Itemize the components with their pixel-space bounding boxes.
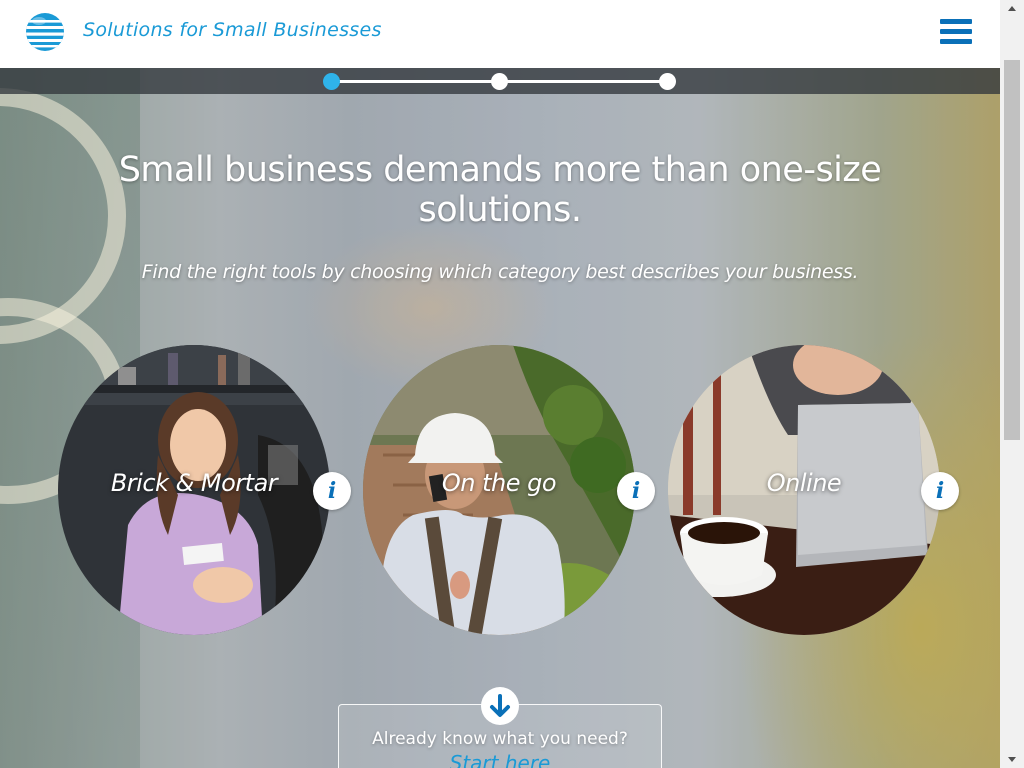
site-header: Solutions for Small Businesses (0, 0, 1000, 68)
att-globe-icon[interactable] (25, 12, 65, 52)
info-icon[interactable]: i (313, 472, 351, 510)
progress-step-1[interactable] (323, 73, 340, 90)
hamburger-menu-icon[interactable] (938, 17, 972, 47)
category-label: Online (766, 469, 842, 497)
cta-question: Already know what you need? (372, 729, 628, 749)
scrollbar-thumb[interactable] (1004, 60, 1020, 440)
category-on-the-go[interactable]: On the go (363, 345, 635, 635)
cta-box: Already know what you need? Start here (338, 687, 662, 768)
category-label: On the go (441, 469, 557, 497)
scroll-up-arrow-icon[interactable] (1000, 0, 1024, 17)
progress-step-2[interactable] (491, 73, 508, 90)
brand-tagline[interactable]: Solutions for Small Businesses (83, 19, 382, 41)
info-icon[interactable]: i (921, 472, 959, 510)
start-here-link[interactable]: Start here (339, 751, 661, 768)
page: Solutions for Small Businesses Small bus… (0, 0, 1024, 768)
hero-headline: Small business demands more than one-siz… (118, 150, 882, 230)
progress-step-3[interactable] (659, 73, 676, 90)
arrow-down-icon[interactable] (481, 687, 519, 725)
hero-subhead: Find the right tools by choosing which c… (141, 261, 859, 283)
category-label: Brick & Mortar (110, 469, 278, 497)
info-icon[interactable]: i (617, 472, 655, 510)
scroll-down-arrow-icon[interactable] (1000, 751, 1024, 768)
category-online[interactable]: Online (668, 345, 940, 635)
vertical-scrollbar[interactable] (1000, 0, 1024, 768)
hero-section: Small business demands more than one-siz… (0, 68, 1000, 768)
category-brick-mortar[interactable]: Brick & Mortar (58, 345, 330, 635)
step-progress-bar (0, 68, 1000, 94)
